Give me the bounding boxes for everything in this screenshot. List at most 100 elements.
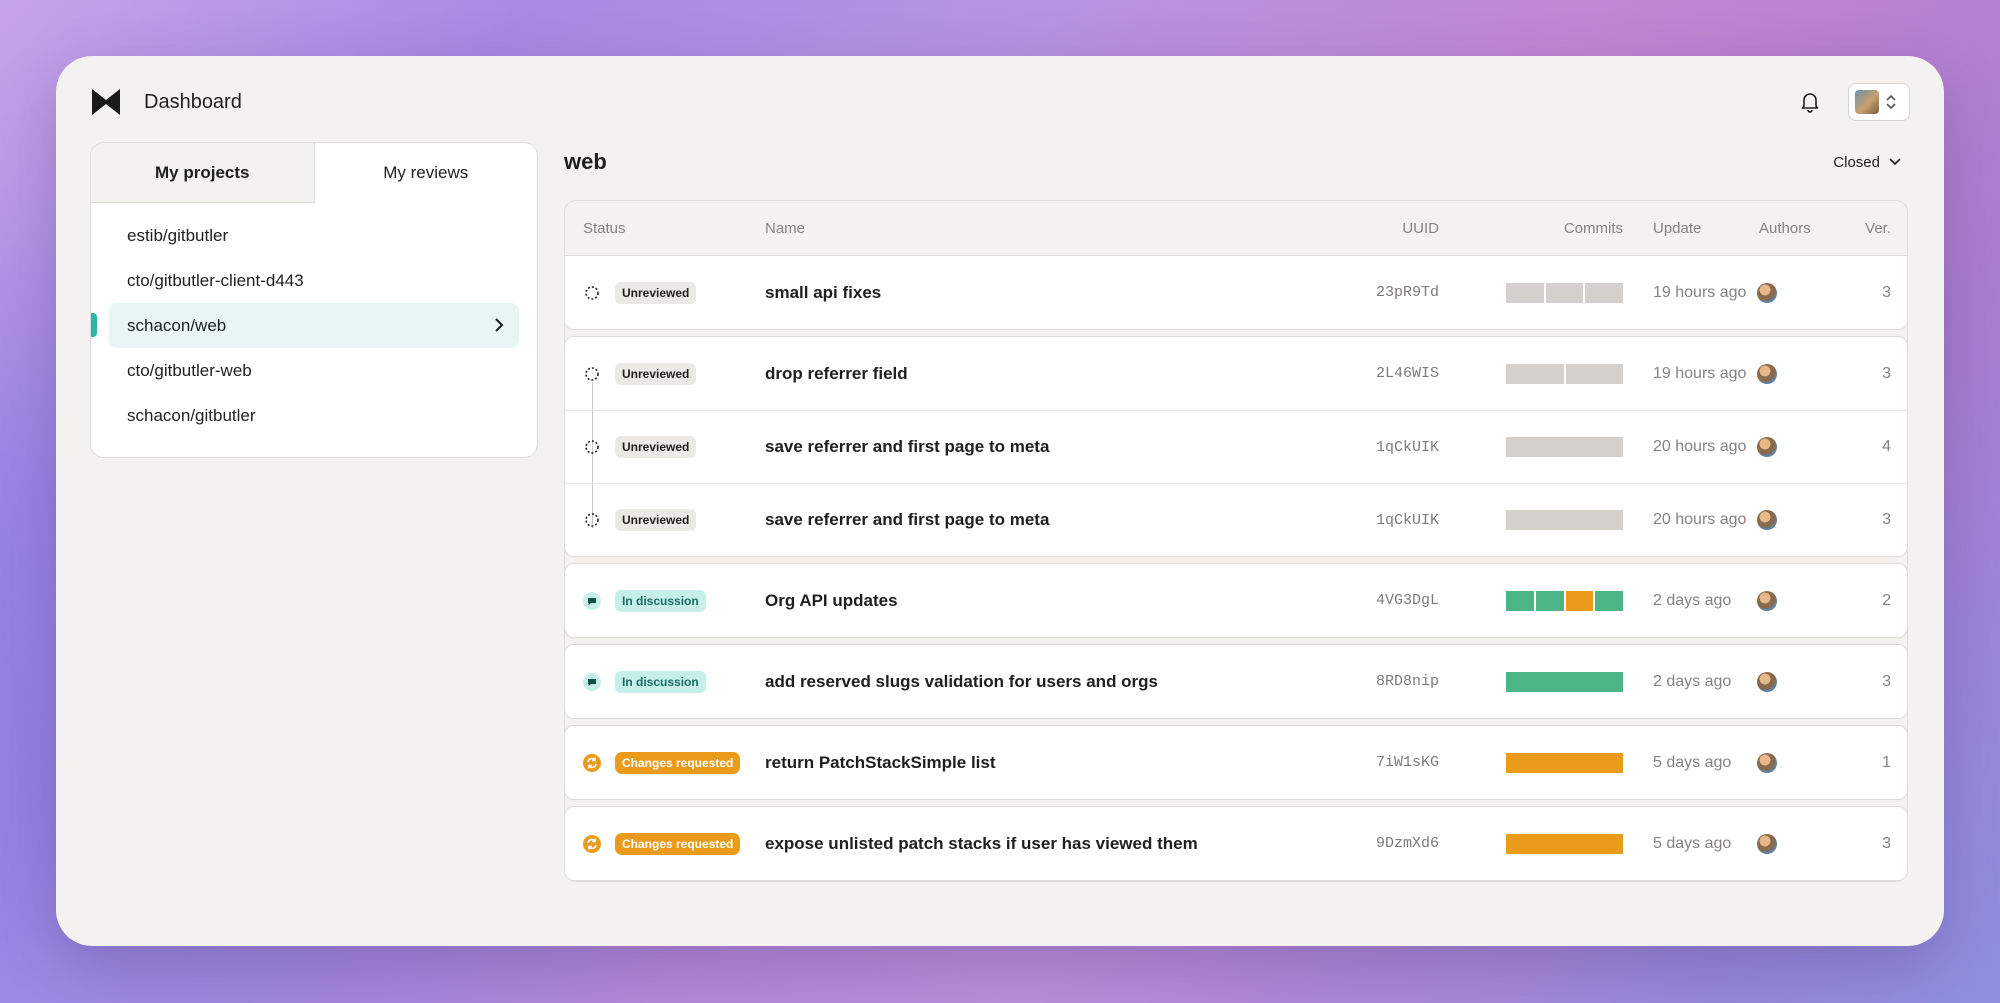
commit-segment <box>1506 437 1623 457</box>
tab-my-projects[interactable]: My projects <box>91 143 315 203</box>
table-row[interactable]: In discussion add reserved slugs validat… <box>565 645 1907 718</box>
selected-marker <box>91 313 97 337</box>
repo-item-schacon-gitbutler[interactable]: schacon/gitbutler <box>109 393 519 438</box>
status-filter-dropdown[interactable]: Closed <box>1833 154 1908 171</box>
author-avatar <box>1757 282 1777 303</box>
column-header-status[interactable]: Status <box>565 220 765 237</box>
column-header-commits[interactable]: Commits <box>1439 220 1627 237</box>
status-badge: Changes requested <box>615 751 741 774</box>
review-uuid: 7iW1sKG <box>1375 754 1439 771</box>
table-row[interactable]: Unreviewed drop referrer field 2L46WIS 1… <box>565 337 1907 410</box>
column-header-version[interactable]: Ver. <box>1857 220 1907 237</box>
table-header: Status Name UUID Commits Update Authors … <box>565 201 1907 256</box>
commit-segment <box>1506 590 1534 611</box>
commits-bar <box>1439 510 1627 530</box>
account-switcher[interactable] <box>1848 83 1910 121</box>
review-updated: 20 hours ago <box>1653 438 1747 455</box>
review-name: small api fixes <box>765 282 882 302</box>
review-uuid: 4VG3DgL <box>1375 592 1439 609</box>
review-updated: 5 days ago <box>1653 834 1732 852</box>
review-name: save referrer and first page to meta <box>765 510 1050 529</box>
review-version: 3 <box>1882 672 1891 690</box>
status-badge: In discussion <box>615 589 706 612</box>
chevron-down-icon <box>1889 158 1901 166</box>
review-uuid: 8RD8nip <box>1375 673 1439 690</box>
review-group: In discussion add reserved slugs validat… <box>564 644 1908 719</box>
commit-segment <box>1506 752 1623 773</box>
commit-segment <box>1565 363 1623 384</box>
repo-label: cto/gitbutler-client-d443 <box>127 270 304 290</box>
commit-segment <box>1506 282 1544 303</box>
review-updated: 2 days ago <box>1653 591 1732 609</box>
repo-item-cto-gitbutler-client[interactable]: cto/gitbutler-client-d443 <box>109 258 519 303</box>
reviews-table: Status Name UUID Commits Update Authors … <box>564 200 1908 882</box>
status-badge: In discussion <box>615 670 706 693</box>
commit-segment <box>1506 363 1564 384</box>
commits-bar <box>1439 590 1627 611</box>
author-avatar <box>1757 510 1777 530</box>
avatar <box>1855 90 1879 114</box>
commit-segment <box>1585 282 1624 303</box>
tab-my-reviews[interactable]: My reviews <box>314 143 537 203</box>
review-updated: 5 days ago <box>1653 753 1732 771</box>
column-header-authors[interactable]: Authors <box>1757 220 1857 237</box>
commit-segment <box>1506 833 1623 854</box>
changes-requested-icon <box>583 753 601 772</box>
author-avatar <box>1757 752 1777 773</box>
repo-label: schacon/gitbutler <box>127 405 256 425</box>
unreviewed-icon <box>583 511 601 529</box>
sidebar-tabs: My projects My reviews <box>91 143 537 203</box>
review-name: save referrer and first page to meta <box>765 437 1050 456</box>
status-badge: Unreviewed <box>615 436 697 458</box>
commit-segment <box>1565 590 1594 611</box>
repo-item-schacon-web[interactable]: schacon/web <box>91 303 519 348</box>
review-name: drop referrer field <box>765 363 908 383</box>
commits-bar <box>1439 671 1627 692</box>
review-name: add reserved slugs validation for users … <box>765 671 1159 691</box>
table-row[interactable]: Unreviewed save referrer and first page … <box>565 410 1907 483</box>
author-avatar <box>1757 590 1777 611</box>
author-avatar <box>1757 363 1777 384</box>
status-badge: Unreviewed <box>615 509 697 531</box>
column-header-update[interactable]: Update <box>1627 220 1757 237</box>
repo-label: schacon/web <box>127 315 227 335</box>
review-uuid: 2L46WIS <box>1375 365 1439 382</box>
repo-item-cto-gitbutler-web[interactable]: cto/gitbutler-web <box>109 348 519 393</box>
table-row[interactable]: Unreviewed small api fixes 23pR9Td 19 ho… <box>565 256 1907 329</box>
review-version: 3 <box>1882 364 1891 382</box>
review-uuid: 9DzmXd6 <box>1375 835 1439 852</box>
notifications-bell-icon[interactable] <box>1796 88 1824 116</box>
commit-segment <box>1595 590 1623 611</box>
table-row[interactable]: In discussion Org API updates 4VG3DgL 2 … <box>565 564 1907 637</box>
review-updated: 2 days ago <box>1653 672 1732 690</box>
review-group-stack: Unreviewed drop referrer field 2L46WIS 1… <box>564 336 1908 557</box>
top-bar: Dashboard <box>90 80 1910 124</box>
commits-bar <box>1439 282 1627 303</box>
author-avatar <box>1757 671 1777 692</box>
commit-segment <box>1506 671 1623 692</box>
column-header-name[interactable]: Name <box>765 220 1339 237</box>
review-uuid: 1qCkUIK <box>1375 511 1439 529</box>
review-version: 3 <box>1882 511 1891 528</box>
repo-list: estib/gitbutler cto/gitbutler-client-d44… <box>91 203 537 448</box>
table-row[interactable]: Changes requested expose unlisted patch … <box>565 807 1907 880</box>
gitbutler-logo-icon[interactable] <box>90 86 122 118</box>
repo-label: cto/gitbutler-web <box>127 360 252 380</box>
review-name: Org API updates <box>765 590 898 610</box>
commits-bar <box>1439 363 1627 384</box>
unreviewed-icon <box>583 284 601 302</box>
review-uuid: 1qCkUIK <box>1375 438 1439 456</box>
status-badge: Changes requested <box>615 832 741 855</box>
review-group: Changes requested return PatchStackSimpl… <box>564 725 1908 800</box>
repo-item-estib-gitbutler[interactable]: estib/gitbutler <box>109 213 519 258</box>
review-name: return PatchStackSimple list <box>765 752 996 772</box>
table-row[interactable]: Unreviewed save referrer and first page … <box>565 483 1907 556</box>
column-header-uuid[interactable]: UUID <box>1339 220 1439 237</box>
review-version: 2 <box>1882 591 1891 609</box>
review-version: 1 <box>1882 753 1891 771</box>
review-group: Changes requested expose unlisted patch … <box>564 806 1908 881</box>
status-badge: Unreviewed <box>615 362 697 385</box>
page-title: web <box>564 149 607 174</box>
chevron-up-down-icon <box>1886 94 1896 110</box>
table-row[interactable]: Changes requested return PatchStackSimpl… <box>565 726 1907 799</box>
